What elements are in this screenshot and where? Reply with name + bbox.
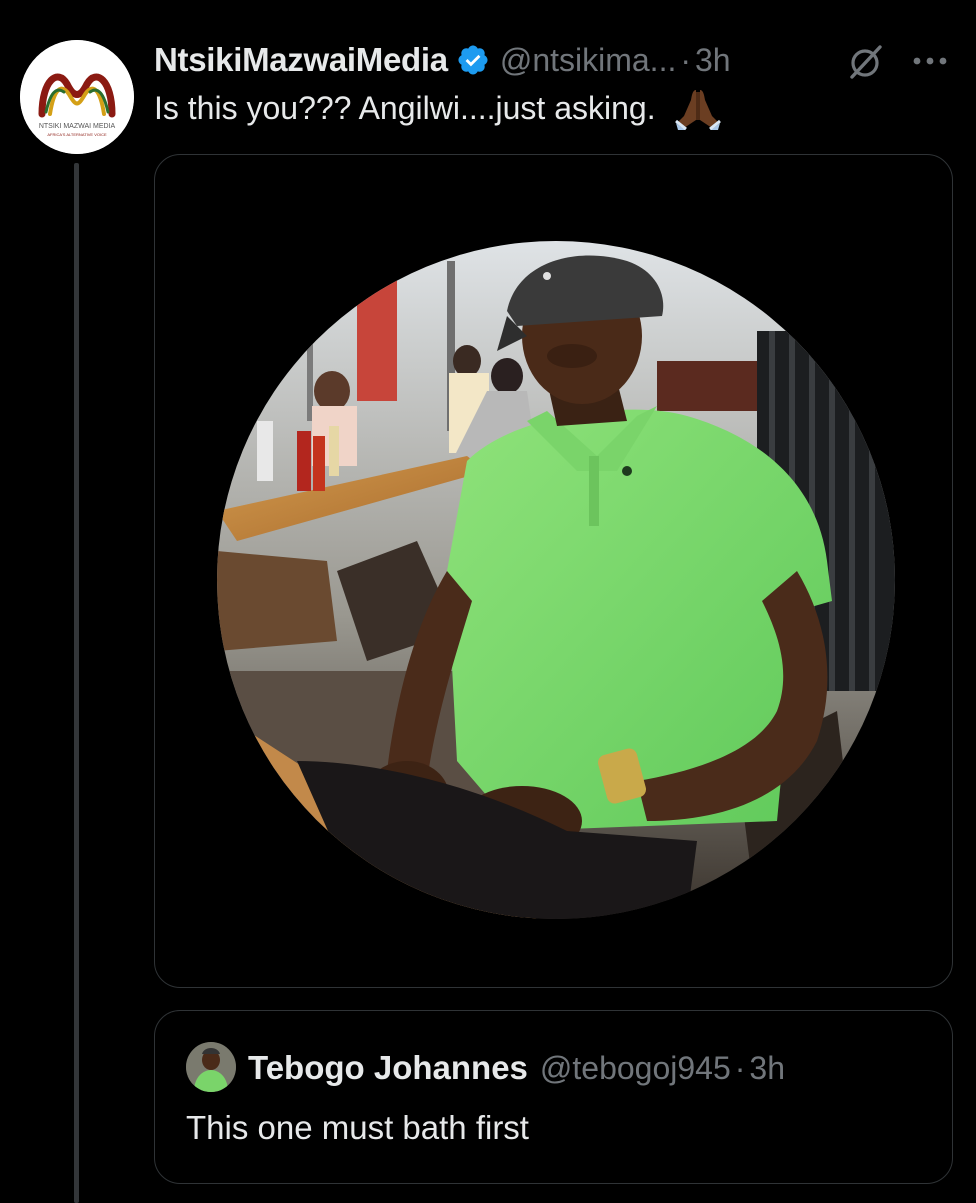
grok-icon[interactable] (846, 42, 886, 82)
tweet-timestamp[interactable]: 3h (695, 42, 731, 79)
separator-dot: · (734, 1049, 746, 1086)
quoted-author-display-name[interactable]: Tebogo Johannes (248, 1049, 528, 1087)
thread-connector-line (74, 163, 79, 1203)
quoted-avatar-image (186, 1042, 236, 1092)
quoted-author-handle[interactable]: @tebogoj945 (540, 1050, 731, 1087)
photo-illustration (217, 241, 895, 919)
quoted-tweet-text: This one must bath first (186, 1109, 529, 1146)
author-handle[interactable]: @ntsikima... (500, 42, 677, 79)
quoted-tweet-timestamp[interactable]: 3h (749, 1050, 785, 1087)
separator-dot: · (680, 41, 691, 78)
verified-badge-icon[interactable] (456, 43, 490, 77)
author-avatar[interactable]: NTSIKI MAZWAI MEDIA AFRICA'S ALTERNATIVE… (20, 40, 134, 154)
folded-hands-emoji (674, 90, 721, 130)
tweet-text: Is this you??? Angilwi....just asking. (154, 86, 722, 130)
tweet-body-text: Is this you??? Angilwi....just asking. (154, 89, 656, 126)
author-display-name[interactable]: NtsikiMazwaiMedia (154, 41, 448, 79)
quoted-tweet-card[interactable]: Tebogo Johannes @tebogoj945 · 3h This on… (154, 1010, 953, 1184)
man-in-green-polo-shirt-photo[interactable] (217, 241, 895, 919)
svg-text:AFRICA'S ALTERNATIVE VOICE: AFRICA'S ALTERNATIVE VOICE (47, 132, 107, 137)
ntsiki-mazwai-media-logo: NTSIKI MAZWAI MEDIA AFRICA'S ALTERNATIVE… (20, 40, 134, 154)
quoted-tweet-header: Tebogo Johannes @tebogoj945 · 3h (248, 1043, 785, 1093)
svg-text:NTSIKI MAZWAI MEDIA: NTSIKI MAZWAI MEDIA (39, 123, 116, 130)
more-options-icon[interactable] (910, 46, 950, 76)
tweet-header: NtsikiMazwaiMedia @ntsikima... · 3h (154, 38, 731, 82)
tweet-media-card[interactable] (154, 154, 953, 988)
quoted-author-avatar[interactable] (186, 1042, 236, 1092)
